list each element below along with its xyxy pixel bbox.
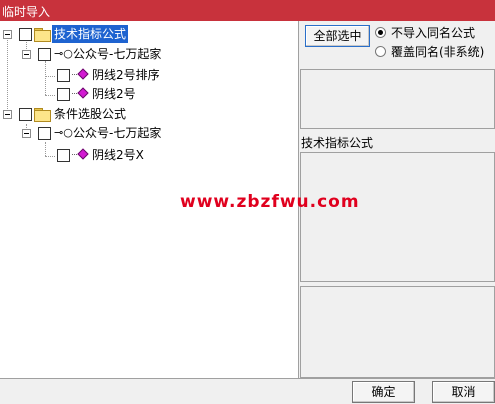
- collapse-toggle[interactable]: [3, 30, 12, 39]
- node-checkbox[interactable]: [38, 127, 51, 140]
- formula-diamond-icon: [72, 87, 89, 100]
- tree-node-label: 公众号-七万起家: [73, 126, 162, 140]
- tree-node-label: 条件选股公式: [54, 107, 127, 121]
- tree-node-label: 技术指标公式: [52, 25, 129, 43]
- tree-node-group[interactable]: ⊸○ 公众号-七万起家: [0, 124, 298, 142]
- window-title: 临时导入: [2, 5, 51, 19]
- select-all-button[interactable]: 全部选中: [305, 25, 370, 47]
- radio-no-import[interactable]: 不导入同名公式: [375, 25, 493, 41]
- tree-node-tech-formulas[interactable]: 技术指标公式: [0, 25, 298, 43]
- parameter-box[interactable]: [300, 286, 495, 378]
- tree-node-formula[interactable]: 阴线2号排序: [0, 66, 298, 84]
- node-checkbox[interactable]: [19, 108, 32, 121]
- formula-diamond-icon: [72, 148, 89, 161]
- tree-node-formula[interactable]: 阴线2号: [0, 85, 298, 103]
- watermark-text: www.zbzfwu.com: [180, 192, 360, 212]
- tree-node-label: 阴线2号X: [92, 148, 144, 162]
- tree-node-label: 阴线2号: [92, 87, 136, 101]
- description-box[interactable]: [300, 152, 495, 282]
- radio-button[interactable]: [375, 27, 386, 38]
- node-checkbox[interactable]: [38, 48, 51, 61]
- tree-node-label: 阴线2号排序: [92, 68, 160, 82]
- radio-button[interactable]: [375, 46, 386, 57]
- node-checkbox[interactable]: [19, 28, 32, 41]
- tree-node-group[interactable]: ⊸○ 公众号-七万起家: [0, 45, 298, 63]
- key-icon: ⊸○: [54, 126, 73, 139]
- collapse-toggle[interactable]: [22, 129, 31, 138]
- radio-label: 不导入同名公式: [391, 26, 476, 40]
- node-checkbox[interactable]: [57, 88, 70, 101]
- cancel-button[interactable]: 取消: [432, 381, 495, 403]
- tree-node-label: 公众号-七万起家: [73, 47, 162, 61]
- folder-icon: [34, 108, 51, 122]
- title-bar[interactable]: 临时导入: [0, 0, 495, 21]
- options-panel: [300, 69, 495, 129]
- collapse-toggle[interactable]: [22, 50, 31, 59]
- node-checkbox[interactable]: [57, 69, 70, 82]
- tree-node-formula[interactable]: 阴线2号X: [0, 146, 298, 164]
- formula-diamond-icon: [72, 68, 89, 81]
- ok-button[interactable]: 确定: [352, 381, 415, 403]
- folder-icon: [34, 28, 51, 42]
- node-checkbox[interactable]: [57, 149, 70, 162]
- key-icon: ⊸○: [54, 47, 73, 60]
- radio-label: 覆盖同名(非系统): [391, 45, 485, 59]
- collapse-toggle[interactable]: [3, 110, 12, 119]
- radio-overwrite[interactable]: 覆盖同名(非系统): [375, 44, 493, 60]
- tree-node-screen-formulas[interactable]: 条件选股公式: [0, 105, 298, 123]
- detail-title: 技术指标公式: [301, 136, 374, 150]
- button-bar: [0, 378, 495, 404]
